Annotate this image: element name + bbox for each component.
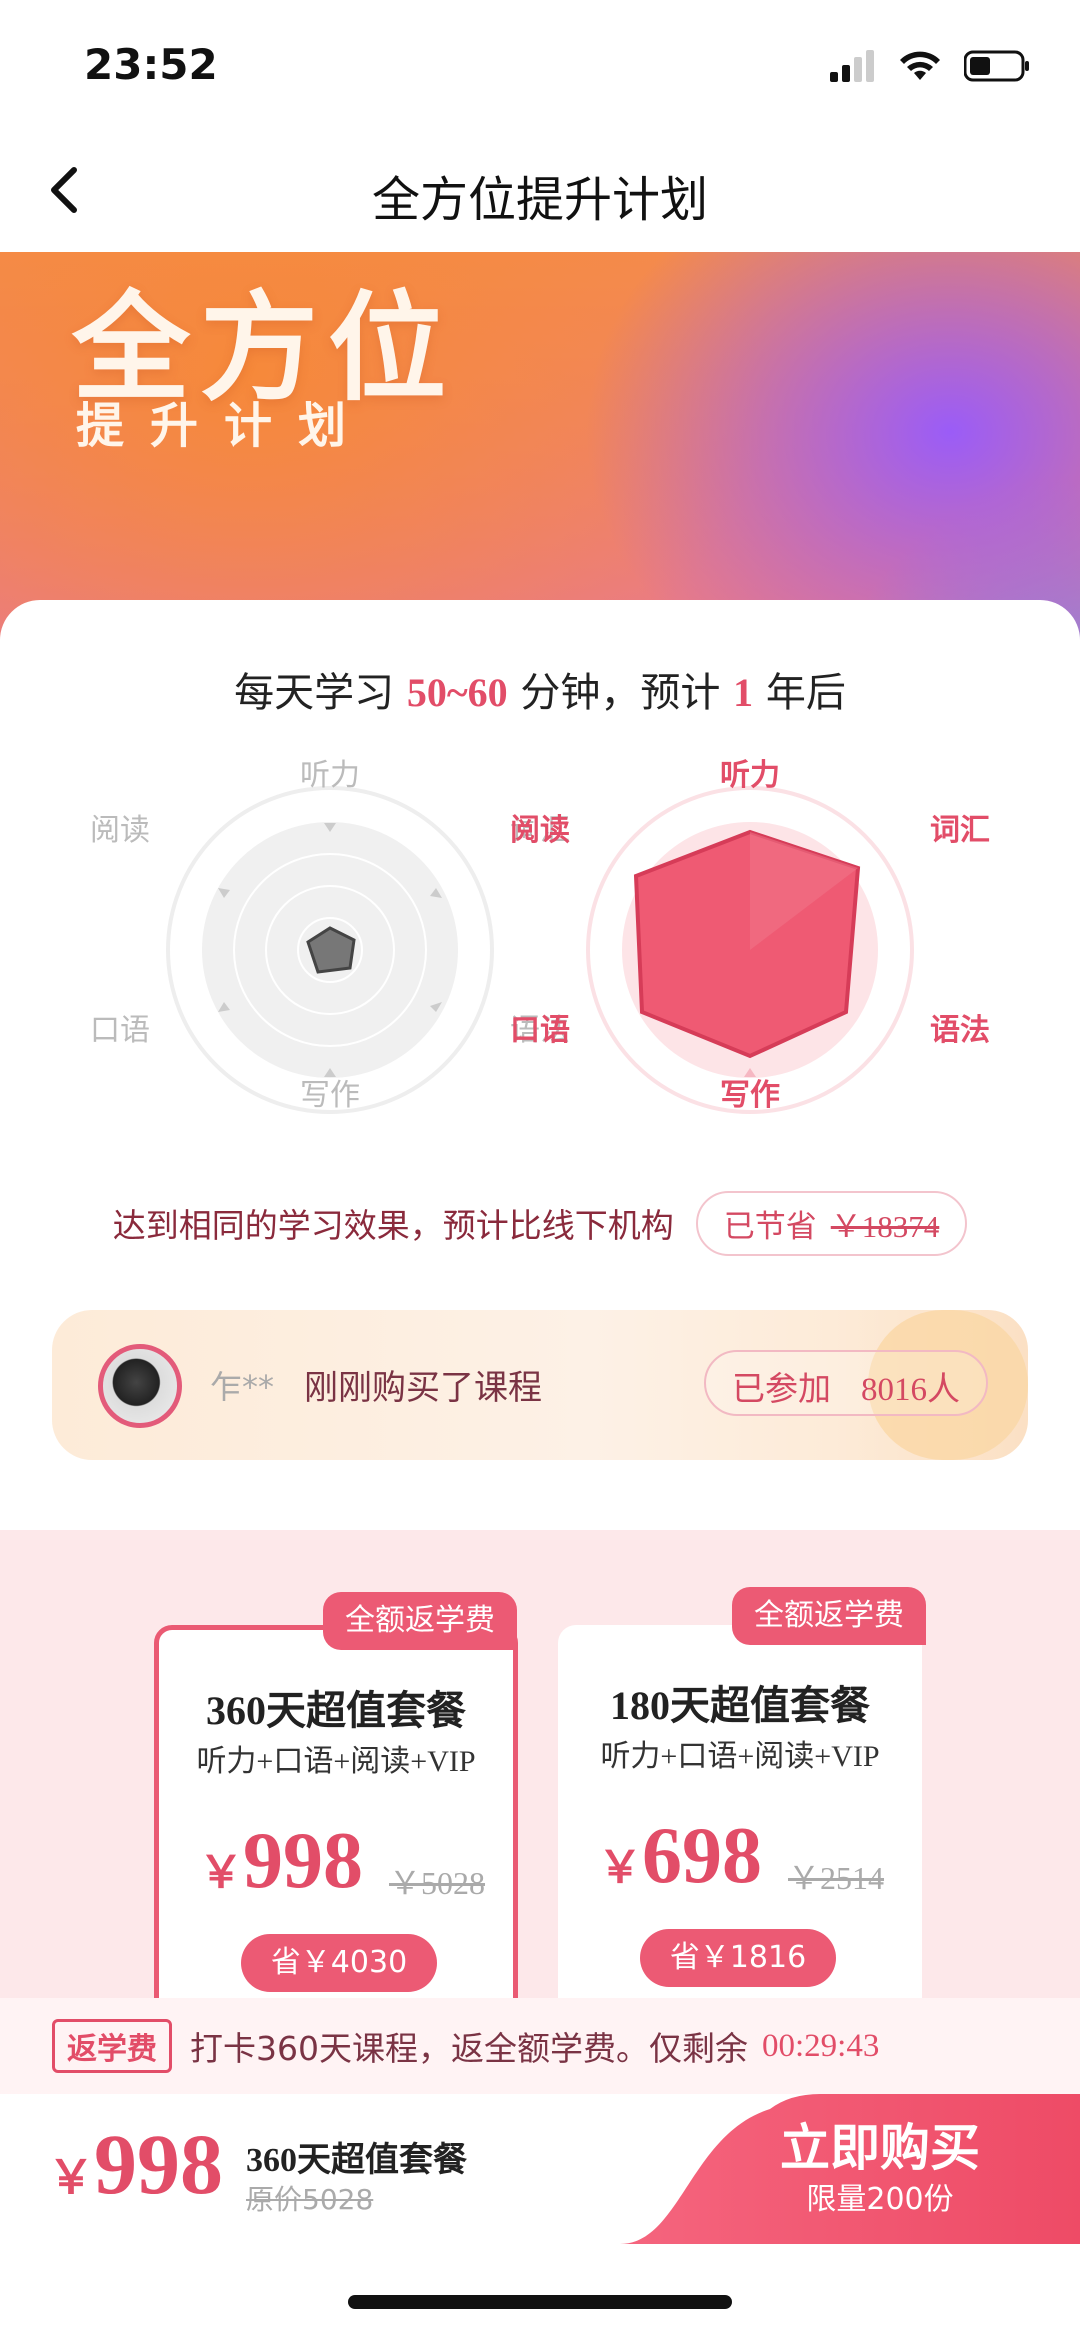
savings-amount: ￥18374 bbox=[830, 1208, 940, 1244]
joined-badge: 已参加 8016人 bbox=[704, 1350, 988, 1416]
package-features: 听力+口语+阅读+VIP bbox=[196, 1745, 476, 1778]
package-name: 360天超值套餐 bbox=[206, 1688, 466, 1733]
refund-notice: 返学费 打卡360天课程，返全额学费。仅剩余 00:29:43 bbox=[0, 1998, 1080, 2094]
savings-text: 达到相同的学习效果，预计比线下机构 bbox=[112, 1206, 674, 1245]
buyer-name: 乍** bbox=[210, 1368, 275, 1406]
checkout-price-amount: 998 bbox=[94, 2116, 223, 2212]
package-tag: 全额返学费 bbox=[732, 1587, 926, 1645]
page-title: 全方位提升计划 bbox=[371, 172, 708, 228]
package-currency: ￥ bbox=[598, 1843, 642, 1892]
radar-after-label-reading: 阅读 bbox=[510, 813, 570, 848]
plan-card: 每天学习 50~60 分钟，预计 1 年后 听力 阅读 词汇 口语 语法 写作 bbox=[0, 600, 1080, 1530]
checkout-bar: ￥998 360天超值套餐 原价5028 立即购买 限量200份 bbox=[0, 2094, 1080, 2244]
package-card-180[interactable]: 全额返学费 180天超值套餐 听力+口语+阅读+VIP ￥698 ￥2514 省… bbox=[558, 1587, 926, 2025]
package-price-amount: 698 bbox=[642, 1812, 762, 1900]
radar-after-label-listening: 听力 bbox=[720, 758, 780, 793]
plan-middle: 分钟，预计 bbox=[507, 670, 734, 716]
avatar bbox=[98, 1344, 182, 1428]
radar-chart-after: 听力 阅读 词汇 口语 语法 写作 bbox=[510, 750, 990, 1150]
package-price: ￥698 bbox=[598, 1811, 762, 1902]
refund-tag: 返学费 bbox=[52, 2019, 172, 2073]
radar-chart-before: 听力 阅读 词汇 口语 语法 写作 bbox=[90, 750, 570, 1150]
refund-countdown: 00:29:43 bbox=[762, 2027, 880, 2064]
hero-subtitle: 提升计划 bbox=[76, 398, 373, 454]
radar-after-label-writing: 写作 bbox=[720, 1078, 780, 1113]
recent-purchase-banner: 乍** 刚刚购买了课程 已参加 8016人 bbox=[52, 1310, 1028, 1460]
package-price: ￥998 bbox=[199, 1816, 363, 1907]
status-icons bbox=[830, 50, 1030, 82]
joined-count: 8016人 bbox=[861, 1372, 960, 1408]
radar-before-label-listening: 听力 bbox=[300, 758, 360, 793]
status-bar: 23:52 bbox=[0, 0, 1080, 130]
radar-after-label-grammar: 语法 bbox=[930, 1013, 990, 1048]
buy-now-button[interactable]: 立即购买 限量200份 bbox=[620, 2094, 1080, 2244]
signal-icon bbox=[830, 50, 874, 82]
package-currency: ￥ bbox=[199, 1848, 243, 1897]
savings-badge-label: 已节省 bbox=[723, 1208, 817, 1245]
radar-after-label-speaking: 口语 bbox=[510, 1013, 570, 1048]
battery-icon bbox=[964, 50, 1029, 82]
status-time: 23:52 bbox=[84, 40, 218, 89]
savings-badge: 已节省 ￥18374 bbox=[695, 1190, 968, 1256]
radar-before-label-writing: 写作 bbox=[300, 1078, 360, 1113]
package-name: 180天超值套餐 bbox=[610, 1683, 870, 1728]
package-card-360[interactable]: 全额返学费 360天超值套餐 听力+口语+阅读+VIP ￥998 ￥5028 省… bbox=[154, 1592, 518, 2025]
package-tag: 全额返学费 bbox=[323, 1592, 517, 1650]
refund-text: 打卡360天课程，返全额学费。仅剩余 bbox=[190, 2029, 748, 2068]
radar-before-label-speaking: 口语 bbox=[90, 1013, 150, 1048]
nav-bar: 全方位提升计划 bbox=[0, 130, 1080, 252]
plan-suffix: 年后 bbox=[753, 670, 846, 716]
plan-summary: 每天学习 50~60 分钟，预计 1 年后 bbox=[0, 660, 1080, 718]
buy-now-label: 立即购买 bbox=[780, 2119, 980, 2177]
buy-limit-label: 限量200份 bbox=[806, 2182, 954, 2217]
home-indicator bbox=[348, 2295, 732, 2309]
package-section: 全额返学费 360天超值套餐 听力+口语+阅读+VIP ￥998 ￥5028 省… bbox=[0, 1530, 1080, 2025]
savings-row: 达到相同的学习效果，预计比线下机构 已节省 ￥18374 bbox=[0, 1190, 1080, 1256]
wifi-icon bbox=[900, 51, 940, 80]
checkout-price: ￥998 bbox=[48, 2114, 223, 2214]
package-save-badge: 省￥1816 bbox=[640, 1929, 836, 1987]
package-original-price: ￥2514 bbox=[788, 1860, 885, 1896]
plan-minutes: 50~60 bbox=[406, 670, 508, 715]
radar-after-label-vocabulary: 词汇 bbox=[930, 813, 990, 848]
package-features: 听力+口语+阅读+VIP bbox=[600, 1740, 880, 1773]
package-original-price: ￥5028 bbox=[389, 1865, 486, 1901]
radar-before-label-reading: 阅读 bbox=[90, 813, 150, 848]
checkout-original-price: 原价5028 bbox=[246, 2183, 374, 2216]
buyer-action: 刚刚购买了课程 bbox=[304, 1368, 542, 1408]
joined-label: 已参加 bbox=[732, 1369, 831, 1408]
plan-years: 1 bbox=[733, 670, 754, 715]
checkout-package-name: 360天超值套餐 bbox=[246, 2142, 467, 2179]
checkout-currency: ￥ bbox=[48, 2152, 94, 2203]
package-save-badge: 省￥4030 bbox=[241, 1934, 437, 1992]
plan-prefix: 每天学习 bbox=[234, 670, 407, 716]
package-price-amount: 998 bbox=[243, 1817, 363, 1905]
